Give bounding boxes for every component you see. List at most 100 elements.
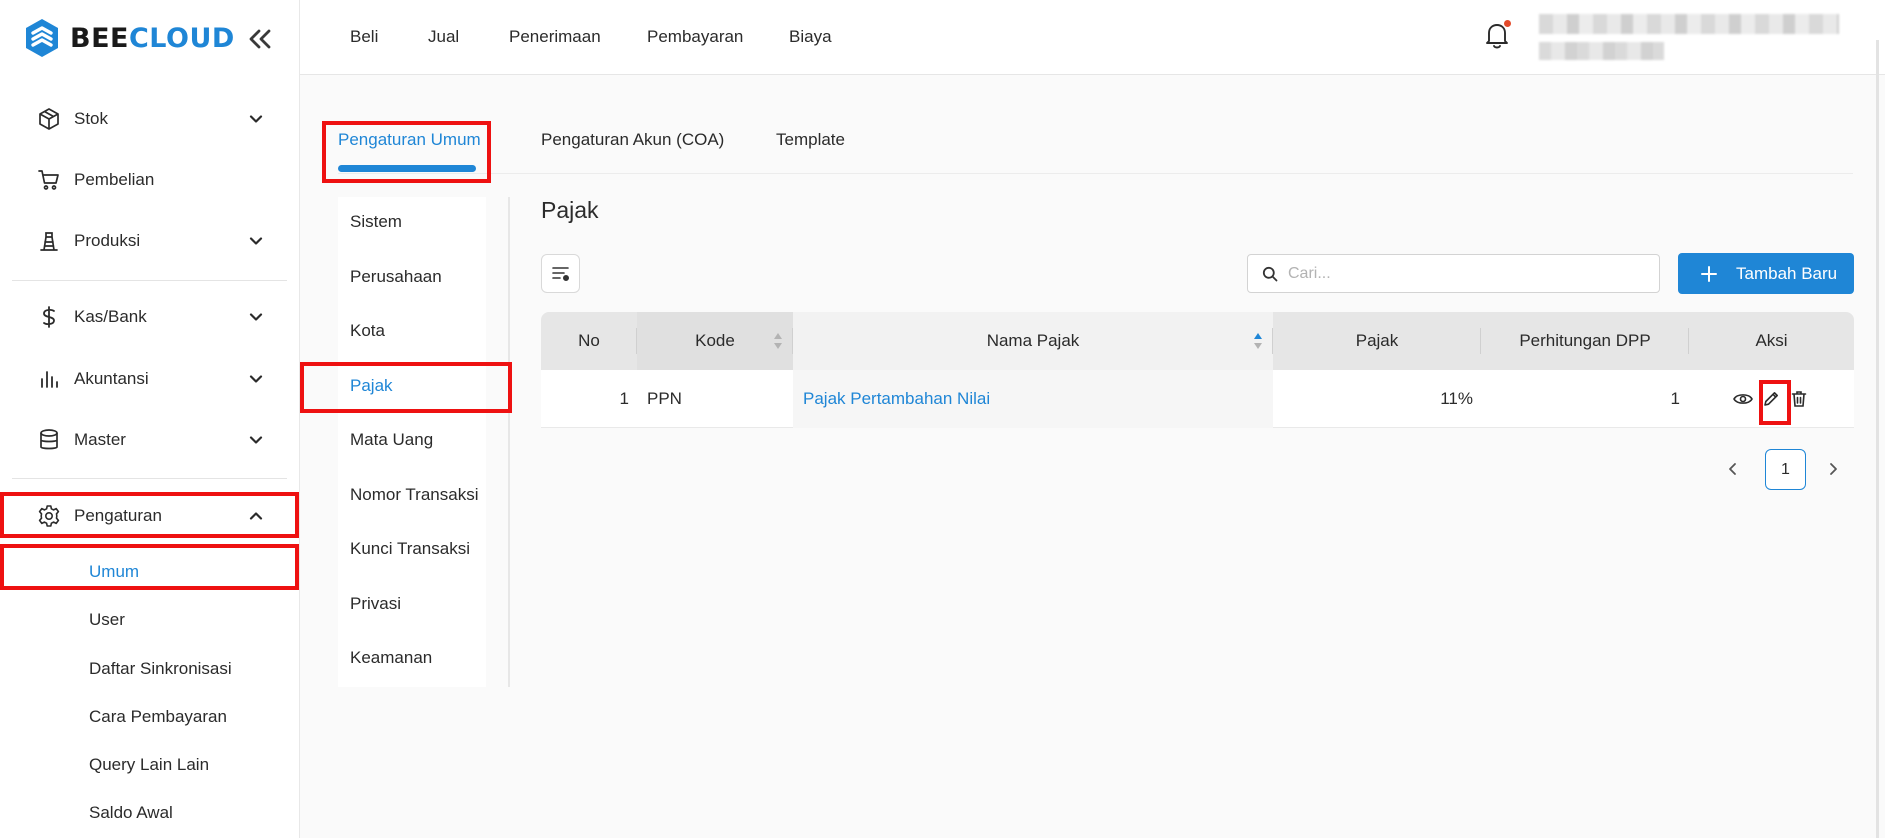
sidebar-item-label: Pengaturan	[74, 506, 162, 525]
notification-bell-icon[interactable]	[1483, 20, 1513, 50]
prev-page-icon[interactable]	[1721, 457, 1745, 481]
add-new-label: Tambah Baru	[1736, 263, 1838, 283]
view-icon[interactable]	[1732, 388, 1754, 410]
sidebar: BEECLOUD Stok Pembelian Produksi Kas/Ban…	[0, 0, 300, 838]
sidebar-sub-item-cara-pembayaran[interactable]: Cara Pembayaran	[0, 695, 300, 739]
chevron-down-icon	[249, 237, 263, 245]
sort-icon[interactable]	[1253, 332, 1263, 350]
sidebar-item-label: Master	[74, 430, 126, 449]
table-row: 1 PPN Pajak Pertambahan Nilai 11% 1	[541, 370, 1854, 428]
submenu-item-sistem[interactable]: Sistem	[338, 197, 486, 247]
cell-no: 1	[619, 389, 629, 408]
sidebar-item-label: Stok	[74, 109, 109, 128]
submenu-item-kota[interactable]: Kota	[338, 306, 486, 356]
delete-icon[interactable]	[1788, 388, 1810, 410]
topnav-biaya[interactable]: Biaya	[789, 27, 832, 47]
filter-settings-icon	[551, 266, 569, 281]
tab-pengaturan-umum[interactable]: Pengaturan Umum	[338, 130, 481, 170]
sidebar-item-stok[interactable]: Stok	[0, 95, 300, 143]
sidebar-sub-item-saldo-awal[interactable]: Saldo Awal	[0, 791, 300, 835]
sidebar-sub-item-query-lain-lain[interactable]: Query Lain Lain	[0, 743, 300, 787]
sidebar-item-label: Akuntansi	[74, 369, 149, 388]
sidebar-divider	[12, 478, 287, 479]
sidebar-item-produksi[interactable]: Produksi	[0, 217, 300, 265]
tab-pengaturan-akun-coa[interactable]: Pengaturan Akun (COA)	[541, 130, 724, 170]
sidebar-item-label: Pembelian	[74, 170, 155, 189]
bar-chart-icon	[36, 366, 62, 392]
sidebar-item-kas-bank[interactable]: Kas/Bank	[0, 293, 300, 341]
active-tab-indicator	[338, 165, 476, 172]
brand-name: BEECLOUD	[70, 22, 235, 54]
chevron-up-icon	[249, 512, 263, 520]
tax-table: No Kode Nama Pajak Pajak Perhitungan DPP…	[541, 312, 1854, 428]
sidebar-item-master[interactable]: Master	[0, 416, 300, 464]
sidebar-sub-item-user[interactable]: User	[0, 598, 300, 642]
sidebar-sub-item-umum[interactable]: Umum	[0, 550, 300, 594]
sidebar-item-pembelian[interactable]: Pembelian	[0, 156, 300, 204]
chevron-down-icon	[249, 375, 263, 383]
search-box[interactable]	[1247, 254, 1660, 293]
production-icon	[36, 228, 62, 254]
column-header-label: Kode	[695, 331, 735, 350]
submenu-item-perusahaan[interactable]: Perusahaan	[338, 252, 486, 302]
search-icon	[1262, 266, 1278, 281]
topnav-pembayaran[interactable]: Pembayaran	[647, 27, 743, 47]
notification-dot	[1504, 20, 1511, 27]
sidebar-item-label: Produksi	[74, 231, 141, 250]
column-header-kode[interactable]: Kode	[637, 312, 793, 370]
cart-icon	[36, 167, 62, 193]
page-number-button[interactable]: 1	[1765, 449, 1806, 490]
cell-aksi	[1732, 370, 1852, 428]
cell-kode: PPN	[647, 389, 682, 408]
submenu-item-keamanan[interactable]: Keamanan	[338, 633, 486, 683]
search-input[interactable]	[1288, 264, 1638, 283]
column-header-pajak: Pajak	[1273, 312, 1481, 370]
chevron-down-icon	[249, 115, 263, 123]
table-header: No Kode Nama Pajak Pajak Perhitungan DPP…	[541, 312, 1854, 370]
settings-submenu: Sistem Perusahaan Kota Pajak Mata Uang N…	[338, 197, 486, 687]
column-header-nama-pajak[interactable]: Nama Pajak	[793, 312, 1273, 370]
chevron-down-icon	[249, 313, 263, 321]
topnav-penerimaan[interactable]: Penerimaan	[509, 27, 601, 47]
plus-icon	[1701, 265, 1717, 282]
scrollbar[interactable]	[1876, 40, 1879, 838]
box-icon	[36, 106, 62, 132]
submenu-item-mata-uang[interactable]: Mata Uang	[338, 415, 486, 465]
tabs-divider	[338, 173, 1853, 174]
dollar-icon	[36, 304, 62, 330]
column-filter-button[interactable]	[541, 254, 580, 293]
cell-pajak: 11%	[1440, 389, 1473, 408]
tax-name-link[interactable]: Pajak Pertambahan Nilai	[803, 389, 990, 409]
submenu-item-nomor-transaksi[interactable]: Nomor Transaksi	[338, 470, 486, 520]
submenu-item-kunci-transaksi[interactable]: Kunci Transaksi	[338, 524, 486, 574]
sidebar-item-akuntansi[interactable]: Akuntansi	[0, 355, 300, 403]
page-title: Pajak	[541, 197, 599, 223]
sidebar-divider	[12, 280, 287, 281]
column-header-perhitungan-dpp: Perhitungan DPP	[1481, 312, 1689, 370]
gear-icon	[36, 503, 62, 529]
column-header-aksi: Aksi	[1755, 331, 1788, 350]
sidebar-item-pengaturan[interactable]: Pengaturan	[0, 492, 300, 540]
submenu-divider	[508, 197, 510, 687]
cell-nama-pajak: Pajak Pertambahan Nilai	[793, 370, 1273, 428]
chevron-down-icon	[249, 436, 263, 444]
sidebar-item-label: Kas/Bank	[74, 307, 147, 326]
database-icon	[36, 427, 62, 453]
brand-logo[interactable]: BEECLOUD	[24, 18, 235, 58]
next-page-icon[interactable]	[1821, 457, 1845, 481]
cell-perhitungan-dpp: 1	[1670, 389, 1680, 408]
column-header-label: Nama Pajak	[986, 331, 1080, 350]
user-name-blurred[interactable]	[1539, 14, 1839, 34]
topnav-beli[interactable]: Beli	[350, 27, 378, 47]
collapse-sidebar-icon[interactable]	[244, 24, 276, 54]
bee-logo-icon	[26, 19, 58, 57]
topnav-jual[interactable]: Jual	[428, 27, 459, 47]
tab-template[interactable]: Template	[776, 130, 845, 170]
submenu-item-privasi[interactable]: Privasi	[338, 579, 486, 629]
column-header-no: No	[541, 312, 637, 370]
sort-icon[interactable]	[773, 332, 783, 350]
sidebar-sub-item-daftar-sinkronisasi[interactable]: Daftar Sinkronisasi	[0, 647, 300, 691]
edit-icon[interactable]	[1760, 388, 1782, 410]
submenu-item-pajak[interactable]: Pajak	[338, 361, 486, 411]
add-new-button[interactable]: Tambah Baru	[1678, 253, 1854, 294]
